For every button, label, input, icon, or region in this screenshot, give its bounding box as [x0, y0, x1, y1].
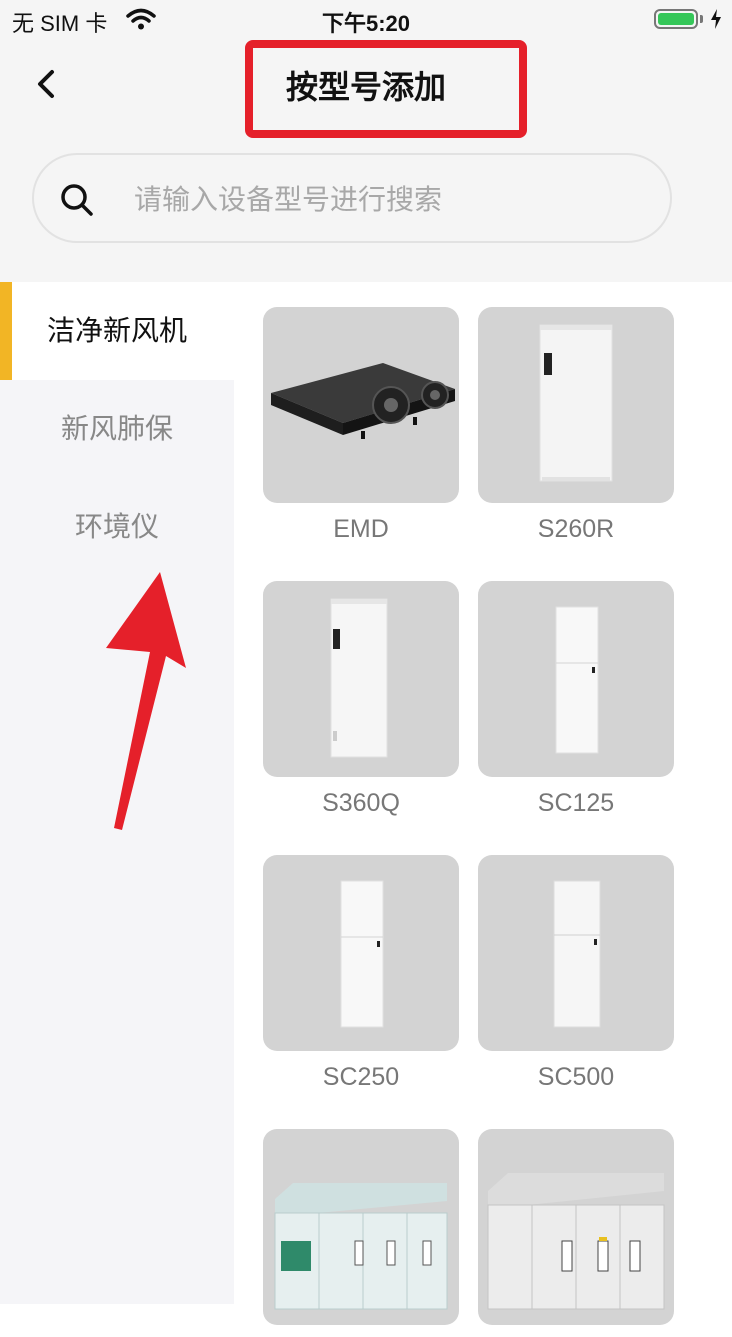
sidebar-item-clean-fresh-air[interactable]: 洁净新风机 — [0, 282, 234, 380]
product-image[interactable] — [263, 855, 459, 1051]
product-card[interactable]: EMD — [263, 307, 459, 544]
active-indicator — [0, 282, 12, 380]
air-handling-unit-image — [487, 1173, 665, 1310]
product-card[interactable] — [478, 1129, 674, 1337]
product-card[interactable] — [263, 1129, 459, 1337]
product-label: SC250 — [322, 1063, 400, 1091]
product-image[interactable] — [478, 1129, 674, 1325]
product-image[interactable] — [478, 581, 674, 777]
vertical-unit-image — [330, 598, 388, 758]
product-label: S260R — [537, 515, 615, 543]
battery-icon — [654, 9, 698, 29]
vertical-unit-image — [539, 324, 613, 482]
header: 按型号添加 — [0, 40, 732, 282]
cabinet-unit-image — [555, 606, 599, 754]
product-image[interactable] — [478, 307, 674, 503]
product-grid: EMD S260R S360Q SC125 SC250 SC500 — [234, 282, 732, 1325]
product-card[interactable]: SC125 — [478, 581, 674, 818]
sidebar-item-label: 新风肺保 — [60, 412, 173, 445]
charging-icon — [711, 9, 721, 29]
product-image[interactable] — [263, 581, 459, 777]
product-label: SC125 — [537, 789, 615, 817]
sidebar-item-lung-care[interactable]: 新风肺保 — [0, 380, 234, 478]
cabinet-unit-image — [340, 880, 384, 1028]
product-card[interactable]: SC500 — [478, 855, 674, 1092]
sidebar-item-environment-monitor[interactable]: 环境仪 — [0, 478, 234, 576]
status-bar: 无 SIM 卡 下午5:20 — [0, 0, 732, 40]
product-label: SC500 — [537, 1063, 615, 1091]
search-bar[interactable] — [32, 153, 672, 243]
cabinet-unit-image — [553, 880, 601, 1028]
product-label: EMD — [333, 515, 389, 543]
product-image[interactable] — [263, 1129, 459, 1325]
air-handling-unit-image — [274, 1183, 448, 1310]
product-image[interactable] — [263, 307, 459, 503]
product-card[interactable]: S260R — [478, 307, 674, 544]
product-card[interactable]: S360Q — [263, 581, 459, 818]
clock: 下午5:20 — [321, 11, 411, 36]
sidebar-item-label: 洁净新风机 — [46, 314, 187, 347]
sidebar-item-label: 环境仪 — [74, 510, 159, 543]
title-highlight-box — [245, 40, 527, 138]
product-image[interactable] — [478, 855, 674, 1051]
search-input[interactable] — [132, 173, 656, 225]
ceiling-unit-image — [271, 363, 455, 439]
battery-tip — [700, 15, 703, 23]
product-card[interactable]: SC250 — [263, 855, 459, 1092]
product-label: S360Q — [322, 789, 400, 817]
search-icon — [61, 184, 93, 216]
annotation-arrow-icon — [106, 572, 186, 830]
